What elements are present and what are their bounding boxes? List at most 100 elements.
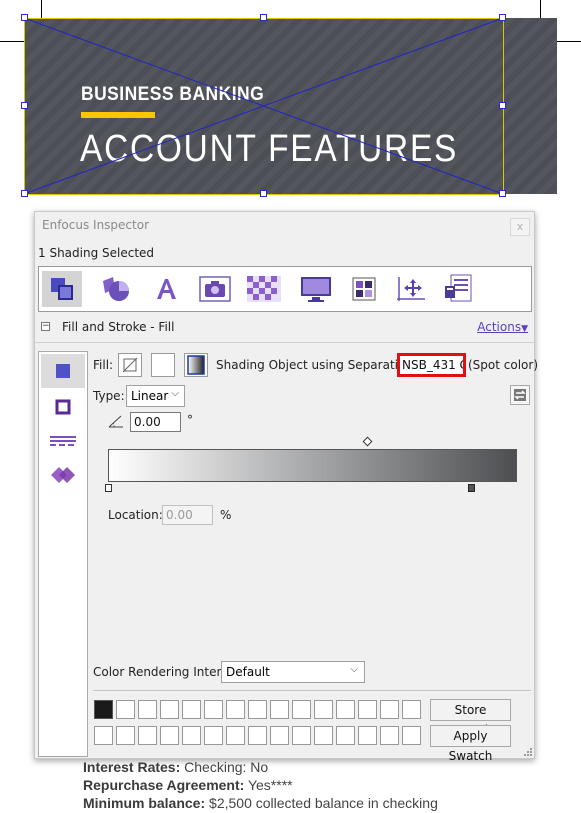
resize-handle[interactable] <box>260 14 267 21</box>
body-line-label: Interest Rates: <box>83 759 181 775</box>
banner-accent-rule <box>81 112 155 118</box>
section-label: Fill and Stroke - Fill <box>62 320 175 334</box>
screen-tab-icon[interactable] <box>296 271 336 307</box>
close-button[interactable]: x <box>510 218 530 236</box>
no-fill-icon <box>122 357 138 373</box>
separation-name: NSB_431 C <box>397 353 466 377</box>
collapse-toggle[interactable]: − <box>41 322 50 331</box>
color-type: (Spot color) <box>468 358 539 372</box>
swatch-cell[interactable] <box>116 726 135 745</box>
body-line-label: Minimum balance: <box>83 795 206 811</box>
gradient-stop-end[interactable] <box>468 484 475 492</box>
swatch-cell[interactable] <box>94 726 113 745</box>
actions-menu[interactable]: Actions▼ <box>477 320 528 334</box>
angle-icon <box>107 413 125 433</box>
swatch-cell[interactable] <box>314 726 333 745</box>
section-header: − Fill and Stroke - Fill Actions▼ <box>35 318 534 338</box>
overprint-tab-icon[interactable] <box>41 458 85 492</box>
swatch-cell[interactable] <box>314 700 333 719</box>
resize-handle[interactable] <box>260 190 267 197</box>
transparency-tab-icon[interactable] <box>244 271 284 307</box>
type-value: Linear <box>131 389 169 403</box>
no-fill-button[interactable] <box>118 353 142 377</box>
section-divider <box>35 342 534 343</box>
swatch-cell[interactable] <box>402 726 421 745</box>
gradient-midpoint-handle[interactable] <box>362 436 373 447</box>
swatch-cell[interactable] <box>138 726 157 745</box>
swatch-cell[interactable] <box>116 700 135 719</box>
geometry-tab-icon[interactable] <box>96 271 136 307</box>
resize-handle[interactable] <box>499 14 506 21</box>
stroke-tab-icon[interactable] <box>41 390 85 424</box>
inspector-toolbar <box>38 266 532 312</box>
resize-handle[interactable] <box>499 190 506 197</box>
swatch-cell[interactable] <box>380 726 399 745</box>
body-line-minimum: Minimum balance: $2,500 collected balanc… <box>83 795 438 811</box>
gradient-stop-start[interactable] <box>105 484 112 492</box>
swatch-cell[interactable] <box>270 726 289 745</box>
side-tabs <box>38 351 88 757</box>
document-tab-icon[interactable] <box>439 271 479 307</box>
text-tab-icon[interactable] <box>146 271 186 307</box>
body-line-value: $2,500 collected balance in checking <box>209 795 438 811</box>
swatch-cell[interactable] <box>292 726 311 745</box>
chevron-down-icon: ⌵ <box>350 664 358 675</box>
dash-style-tab-icon[interactable] <box>41 424 85 458</box>
resize-grip-icon[interactable] <box>524 748 532 756</box>
swatch-cell[interactable] <box>226 726 245 745</box>
swatch-cell[interactable] <box>182 726 201 745</box>
body-line-label: Repurchase Agreement: <box>83 777 245 793</box>
rendering-intent-select[interactable]: Default ⌵ <box>221 661 365 683</box>
swatch-cell[interactable] <box>160 726 179 745</box>
swatch-cell[interactable] <box>402 700 421 719</box>
panel-title: Enfocus Inspector <box>42 218 149 232</box>
location-input[interactable]: 0.00 <box>162 505 213 525</box>
swatch-cell[interactable] <box>248 700 267 719</box>
swatch-cell[interactable] <box>248 726 267 745</box>
chevron-down-icon: ⌵ <box>171 388 179 399</box>
swatch-cell[interactable] <box>336 726 355 745</box>
store-swatch-button[interactable]: Store Swatch <box>430 699 511 737</box>
fill-tab-icon[interactable] <box>41 354 85 388</box>
body-line-value: Yes**** <box>247 777 293 793</box>
page-canvas: BUSINESS BANKING ACCOUNT FEATURES Enfocu… <box>0 0 581 813</box>
swatch-cell[interactable] <box>94 700 113 719</box>
reverse-gradient-button[interactable] <box>510 385 530 405</box>
banner-subtitle: BUSINESS BANKING <box>81 84 265 105</box>
solid-fill-button[interactable] <box>151 353 175 377</box>
crop-mark <box>556 41 581 42</box>
gradient-preview-bar[interactable] <box>108 449 517 482</box>
resize-handle[interactable] <box>21 190 28 197</box>
body-line-value: Checking: No <box>184 759 269 775</box>
swatch-cell[interactable] <box>336 700 355 719</box>
swatch-cell[interactable] <box>204 700 223 719</box>
swatch-cell[interactable] <box>358 726 377 745</box>
swatch-cell[interactable] <box>358 700 377 719</box>
swatch-cell[interactable] <box>380 700 399 719</box>
resize-handle[interactable] <box>21 102 28 109</box>
shading-description: Shading Object using Separation: <box>216 358 417 372</box>
position-tab-icon[interactable] <box>391 271 431 307</box>
resize-handle[interactable] <box>499 102 506 109</box>
swatch-cell[interactable] <box>204 726 223 745</box>
selection-status: 1 Shading Selected <box>38 246 155 260</box>
layout-tab-icon[interactable] <box>344 271 384 307</box>
fill-stroke-tab-icon[interactable] <box>42 271 82 307</box>
banner-image[interactable]: BUSINESS BANKING ACCOUNT FEATURES <box>24 18 557 194</box>
apply-swatch-button[interactable]: Apply Swatch <box>430 725 511 763</box>
swatch-cell[interactable] <box>226 700 245 719</box>
shading-fill-button[interactable] <box>184 353 208 377</box>
swatch-cell[interactable] <box>138 700 157 719</box>
swatch-cell[interactable] <box>292 700 311 719</box>
triangle-down-icon: ▼ <box>521 324 528 334</box>
body-line-interest: Interest Rates: Checking: No <box>83 759 268 775</box>
type-select[interactable]: Linear ⌵ <box>126 385 185 407</box>
angle-input[interactable]: 0.00 <box>130 412 181 432</box>
swatch-cell[interactable] <box>182 700 201 719</box>
enfocus-inspector-panel[interactable]: Enfocus Inspector x 1 Shading Selected −… <box>34 211 539 763</box>
resize-handle[interactable] <box>21 14 28 21</box>
swatch-cell[interactable] <box>160 700 179 719</box>
image-tab-icon[interactable] <box>195 271 235 307</box>
swatch-cell[interactable] <box>270 700 289 719</box>
location-unit: % <box>220 508 232 522</box>
